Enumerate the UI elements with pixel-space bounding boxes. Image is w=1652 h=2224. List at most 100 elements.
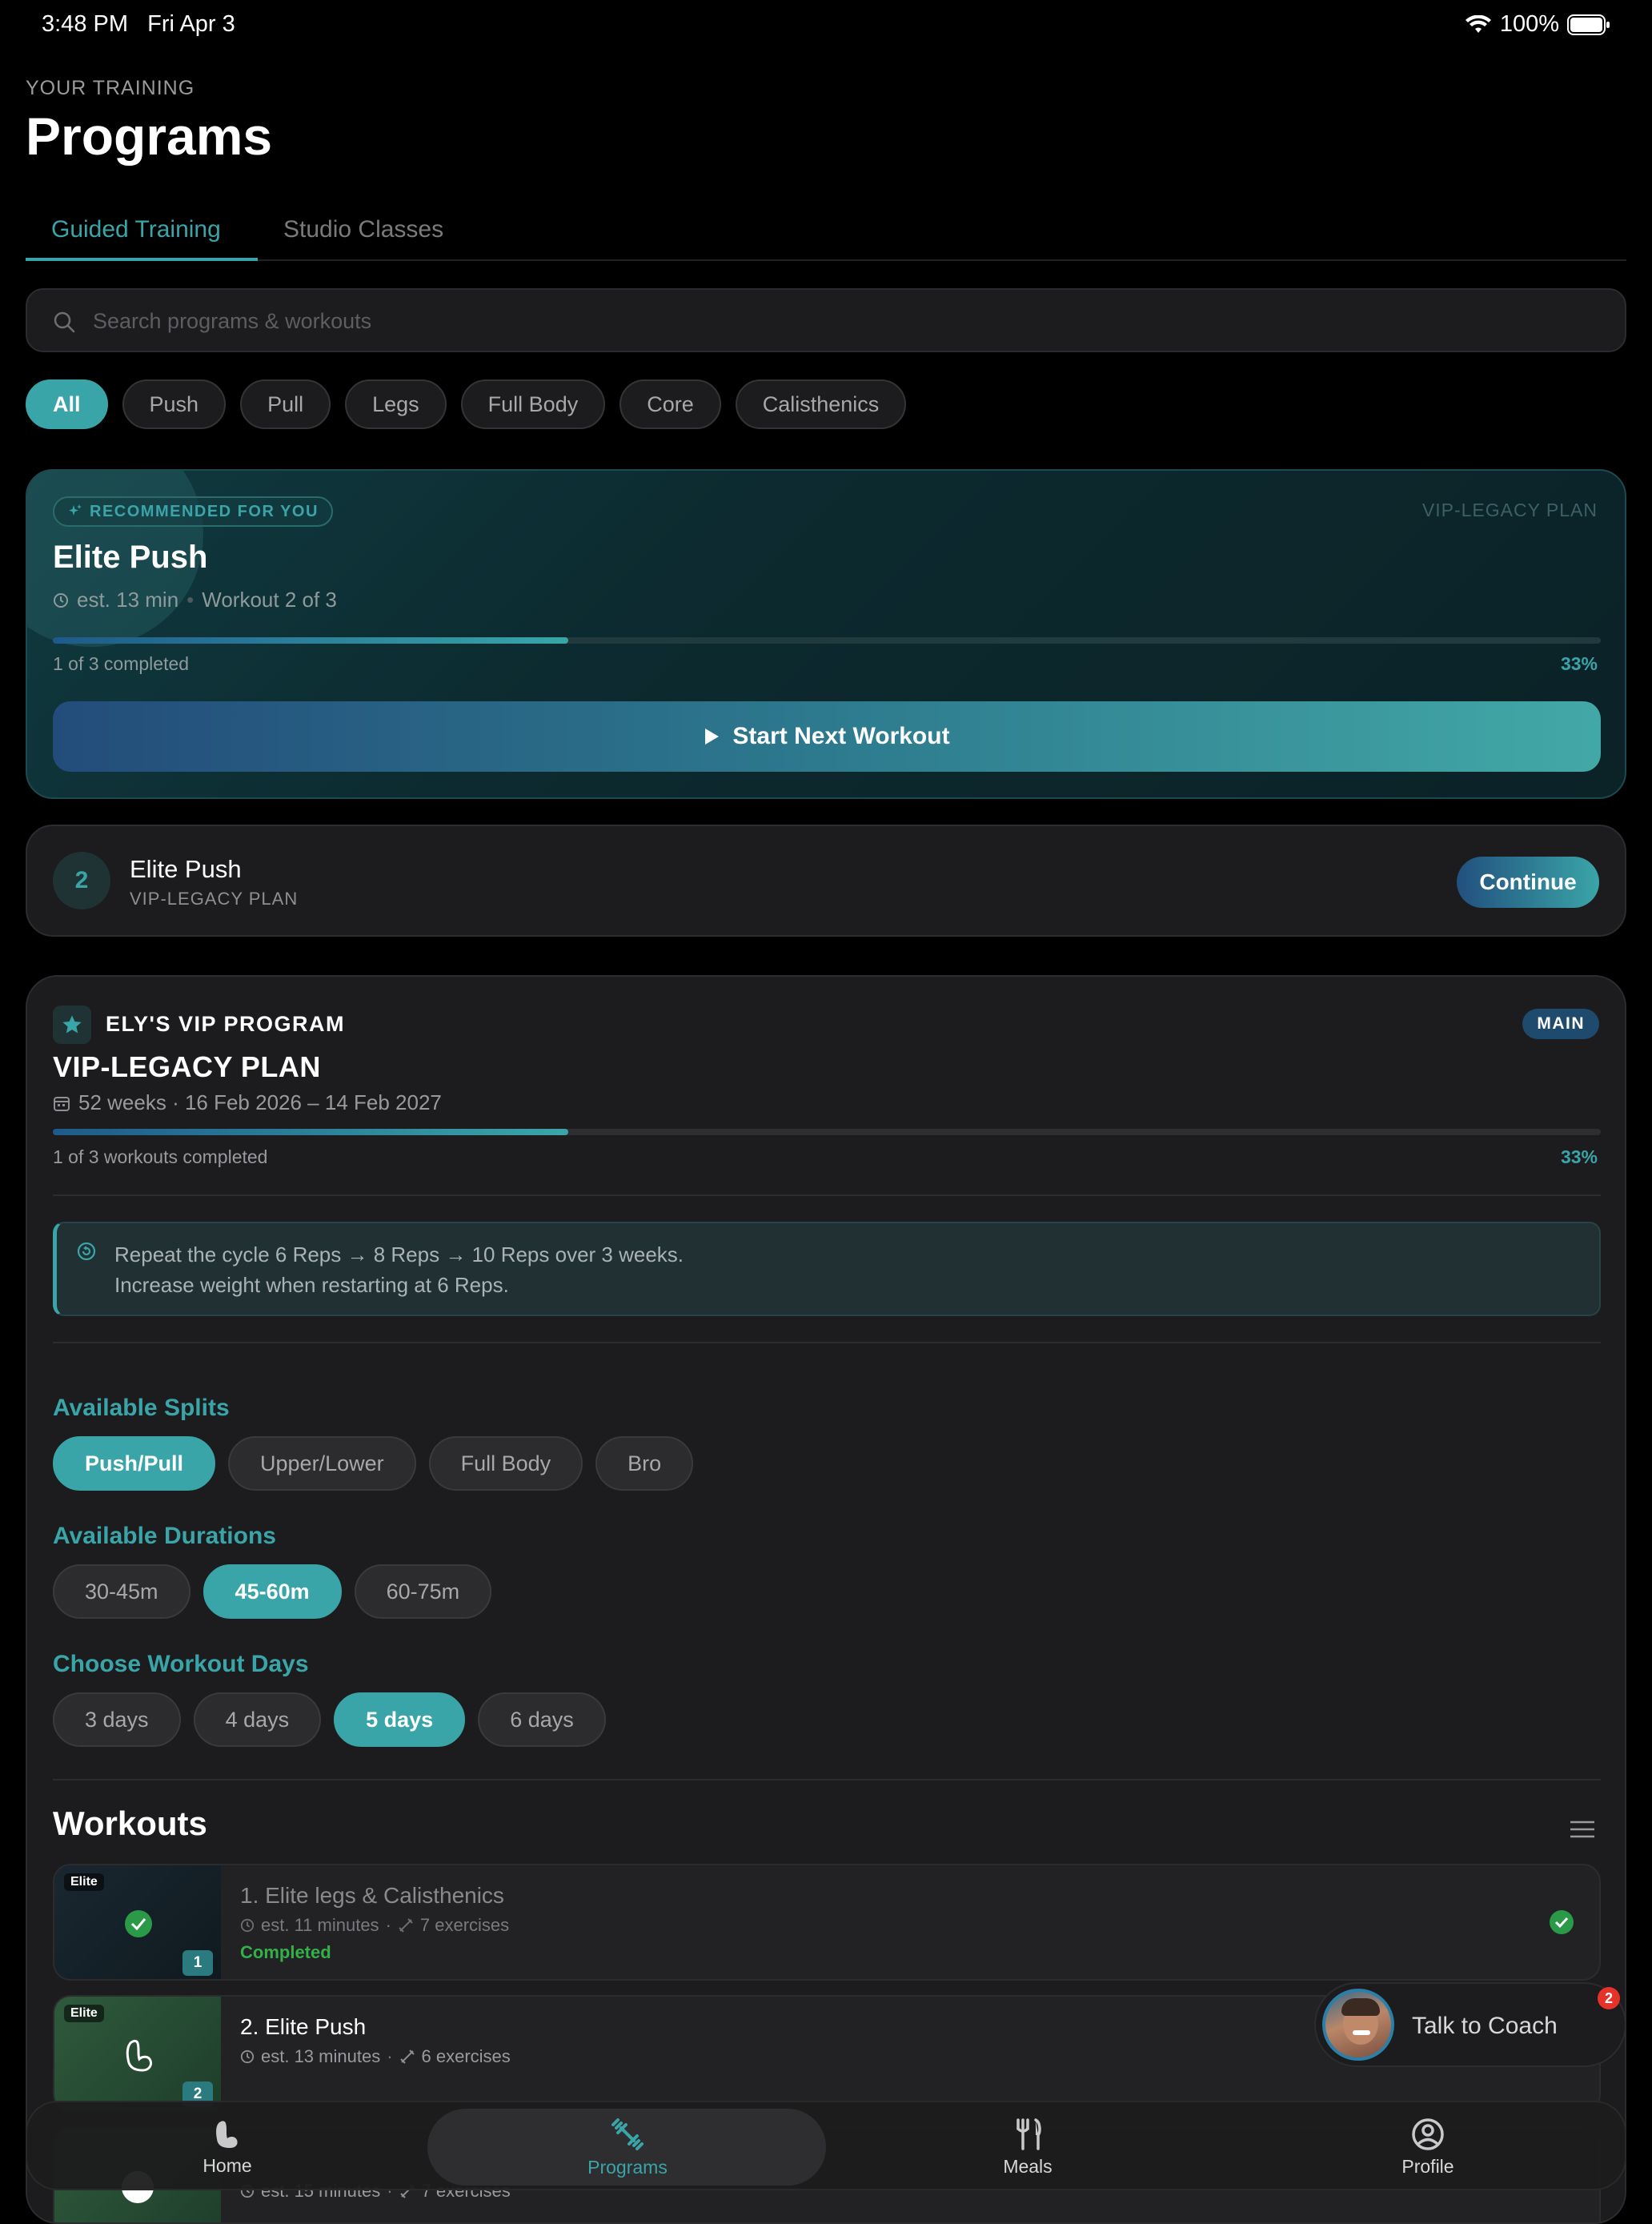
meta-separator: • bbox=[186, 588, 194, 612]
split-option-push-pull[interactable]: Push/Pull bbox=[53, 1436, 216, 1491]
plan-progress-label: 1 of 3 workouts completed bbox=[53, 1146, 268, 1167]
workout-title: 2. Elite Push bbox=[240, 2014, 367, 2039]
recommended-plan-name: VIP-LEGACY PLAN bbox=[1421, 500, 1598, 520]
meta-separator: · bbox=[387, 2046, 393, 2066]
workout-exercises: 6 exercises bbox=[421, 2046, 511, 2066]
continue-card[interactable]: 2 Elite Push VIP-LEGACY PLAN Continue bbox=[26, 825, 1626, 937]
recommended-duration: est. 13 min bbox=[77, 588, 179, 612]
star-icon bbox=[62, 1015, 82, 1034]
note-line-2: Increase weight when restarting at 6 Rep… bbox=[114, 1273, 509, 1297]
splits-label: Available Splits bbox=[53, 1395, 230, 1421]
filter-chip-legs[interactable]: Legs bbox=[345, 379, 447, 429]
flexed-arm-icon bbox=[126, 2039, 152, 2072]
battery-icon bbox=[1567, 14, 1610, 35]
recommended-card[interactable]: RECOMMENDED FOR YOU VIP-LEGACY PLAN Elit… bbox=[26, 469, 1626, 799]
days-option-4[interactable]: 4 days bbox=[193, 1692, 322, 1747]
filter-chip-calisthenics[interactable]: Calisthenics bbox=[735, 379, 907, 429]
tab-meals[interactable]: Meals bbox=[828, 2102, 1228, 2192]
note-line-1: Repeat the cycle 6 Reps → 8 Reps → 10 Re… bbox=[114, 1242, 684, 1267]
program-star-badge bbox=[53, 1006, 91, 1044]
page-title: Programs bbox=[26, 106, 273, 166]
duration-option-45-60[interactable]: 45-60m bbox=[202, 1564, 342, 1619]
program-note: Repeat the cycle 6 Reps → 8 Reps → 10 Re… bbox=[53, 1222, 1601, 1316]
dumbbell-icon bbox=[611, 2118, 644, 2150]
filter-chip-core[interactable]: Core bbox=[620, 379, 721, 429]
coach-hair bbox=[1341, 1998, 1380, 2016]
meta-separator: · bbox=[385, 1915, 391, 1935]
main-badge: MAIN bbox=[1522, 1009, 1599, 1039]
plan-progress-fill bbox=[53, 1129, 569, 1135]
talk-to-coach-button[interactable]: Talk to Coach 2 bbox=[1314, 1982, 1626, 2067]
play-icon bbox=[705, 729, 720, 745]
recommended-progress-fill bbox=[53, 637, 569, 644]
split-option-upper-lower[interactable]: Upper/Lower bbox=[228, 1436, 416, 1491]
continue-subtitle: VIP-LEGACY PLAN bbox=[130, 889, 299, 909]
coach-notification-badge: 2 bbox=[1598, 1987, 1620, 2009]
recommended-workout-index: Workout 2 of 3 bbox=[202, 588, 337, 612]
duration-option-30-45[interactable]: 30-45m bbox=[53, 1564, 190, 1619]
segment-tabs: Guided Training Studio Classes bbox=[26, 207, 1626, 261]
cycle-icon bbox=[77, 1242, 96, 1261]
days-option-6[interactable]: 6 days bbox=[478, 1692, 606, 1747]
recommended-badge-label: RECOMMENDED FOR YOU bbox=[90, 502, 319, 520]
flexed-arm-icon bbox=[216, 2120, 238, 2148]
search-icon bbox=[54, 311, 75, 333]
workouts-heading: Workouts bbox=[53, 1804, 207, 1842]
calendar-icon bbox=[54, 1096, 70, 1111]
recommended-title: Elite Push bbox=[53, 540, 208, 575]
bottom-tab-bar: Home Programs Meals Profile bbox=[26, 2101, 1626, 2190]
workout-duration: est. 13 minutes bbox=[261, 2046, 381, 2066]
workout-row[interactable]: Elite 1 1. Elite legs & Calisthenics est… bbox=[53, 1864, 1601, 1981]
workout-thumbnail: Elite 2 bbox=[54, 1997, 221, 2110]
start-next-workout-button[interactable]: Start Next Workout bbox=[53, 701, 1601, 772]
workout-status: Completed bbox=[240, 1942, 331, 1962]
exercise-icon bbox=[399, 1918, 413, 1933]
talk-to-coach-label: Talk to Coach bbox=[1412, 2013, 1558, 2039]
filter-chip-push[interactable]: Push bbox=[122, 379, 227, 429]
recommended-meta: est. 13 min • Workout 2 of 3 bbox=[53, 588, 337, 612]
completed-check-icon bbox=[125, 1910, 152, 1937]
workout-title: 1. Elite legs & Calisthenics bbox=[240, 1883, 504, 1908]
durations-options: 30-45m 45-60m 60-75m bbox=[53, 1564, 492, 1619]
days-option-5[interactable]: 5 days bbox=[334, 1692, 466, 1747]
plan-meta: 52 weeks · 16 Feb 2026 – 14 Feb 2027 bbox=[53, 1090, 442, 1115]
workout-exercises: 7 exercises bbox=[419, 1915, 510, 1935]
clock-icon bbox=[240, 2049, 255, 2064]
status-bar: 3:48 PM Fri Apr 3 100% bbox=[0, 0, 1652, 51]
start-next-workout-label: Start Next Workout bbox=[732, 723, 950, 749]
tab-profile[interactable]: Profile bbox=[1228, 2102, 1628, 2192]
status-time-date: 3:48 PM Fri Apr 3 bbox=[42, 11, 235, 37]
plan-meta-text: 52 weeks · 16 Feb 2026 – 14 Feb 2027 bbox=[78, 1090, 442, 1114]
workout-meta: est. 13 minutes · 6 exercises bbox=[240, 2046, 511, 2067]
tab-home[interactable]: Home bbox=[27, 2102, 427, 2192]
elite-tag: Elite bbox=[64, 2005, 104, 2022]
coach-smile bbox=[1353, 2030, 1370, 2035]
continue-button[interactable]: Continue bbox=[1457, 857, 1599, 908]
battery-percent: 100% bbox=[1499, 11, 1559, 37]
days-label: Choose Workout Days bbox=[53, 1651, 309, 1677]
recommended-progress-label: 1 of 3 completed bbox=[53, 653, 190, 674]
search-input[interactable]: Search programs & workouts bbox=[93, 309, 371, 334]
recommended-progress-bar bbox=[53, 637, 1601, 644]
filter-chip-pull[interactable]: Pull bbox=[240, 379, 331, 429]
sparkle-icon bbox=[69, 504, 82, 516]
elite-tag: Elite bbox=[64, 1873, 104, 1891]
duration-option-60-75[interactable]: 60-75m bbox=[354, 1564, 492, 1619]
exercise-icon bbox=[399, 2049, 415, 2064]
wifi-icon bbox=[1465, 14, 1491, 33]
tab-studio-classes[interactable]: Studio Classes bbox=[283, 216, 443, 243]
split-option-full-body[interactable]: Full Body bbox=[428, 1436, 583, 1491]
coach-avatar bbox=[1322, 1989, 1394, 2061]
workout-number-circle: 2 bbox=[53, 852, 110, 909]
days-option-3[interactable]: 3 days bbox=[53, 1692, 181, 1747]
filter-chip-all[interactable]: All bbox=[26, 379, 108, 429]
user-circle-icon bbox=[1412, 2118, 1444, 2150]
tab-active-indicator bbox=[26, 258, 258, 261]
filter-chip-full-body[interactable]: Full Body bbox=[460, 379, 606, 429]
search-bar[interactable]: Search programs & workouts bbox=[26, 288, 1626, 352]
tab-guided-training[interactable]: Guided Training bbox=[51, 216, 221, 243]
reorder-menu-icon[interactable] bbox=[1569, 1819, 1596, 1840]
tab-programs[interactable]: Programs bbox=[427, 2102, 828, 2192]
split-option-bro[interactable]: Bro bbox=[595, 1436, 694, 1491]
tab-home-label: Home bbox=[202, 2154, 252, 2176]
